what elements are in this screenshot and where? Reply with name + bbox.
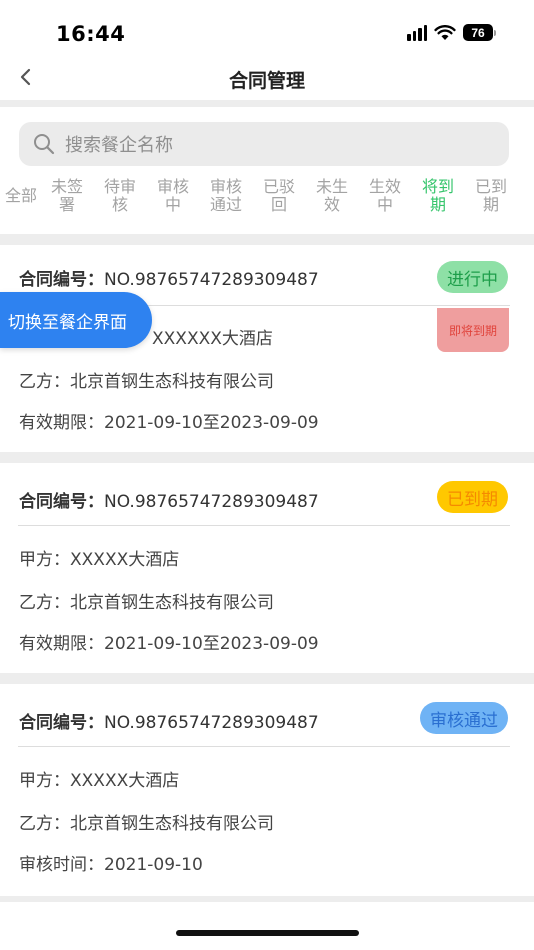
page-title: 合同管理	[228, 70, 305, 92]
contract-number-label: 合同编号：	[19, 492, 104, 512]
status-time: 16:44	[56, 22, 126, 46]
tab-pending-review[interactable]: 待审核	[100, 178, 140, 226]
party-a: 甲方：XXXXX大酒店	[19, 771, 180, 791]
battery-icon: 76	[463, 24, 496, 41]
status-badge: 进行中	[437, 261, 508, 293]
contract-card[interactable]: 合同编号：NO.98765747289309487 审核通过 甲方：XXXXX大…	[0, 684, 534, 896]
status-bar: 16:44 76	[0, 0, 534, 56]
divider	[0, 452, 534, 463]
contract-number-label: 合同编号：	[19, 270, 104, 290]
contract-card[interactable]: 合同编号：NO.98765747289309487 进行中 即将到期 XXXXX…	[0, 245, 534, 452]
tab-expiring[interactable]: 将到期	[418, 178, 458, 226]
contract-number-value: NO.98765747289309487	[104, 270, 319, 290]
status-badge: 审核通过	[420, 702, 508, 734]
party-b: 乙方：北京首钢生态科技有限公司	[19, 372, 274, 392]
party-b: 乙方：北京首钢生态科技有限公司	[19, 814, 274, 834]
contract-number-value: NO.98765747289309487	[104, 492, 319, 512]
tab-expired[interactable]: 已到期	[471, 178, 511, 226]
cellular-signal-icon	[407, 24, 427, 41]
contract-number: 合同编号：NO.98765747289309487	[19, 265, 319, 290]
contract-card[interactable]: 合同编号：NO.98765747289309487 已到期 甲方：XXXXX大酒…	[0, 463, 534, 673]
tab-not-effective[interactable]: 未生效	[312, 178, 352, 226]
tab-rejected[interactable]: 已驳回	[259, 178, 299, 226]
divider	[0, 673, 534, 684]
tab-approved[interactable]: 审核通过	[206, 178, 246, 226]
divider	[18, 746, 510, 747]
party-b: 乙方：北京首钢生态科技有限公司	[19, 593, 274, 613]
search-placeholder: 搜索餐企名称	[65, 135, 173, 156]
search-input[interactable]: 搜索餐企名称	[19, 122, 509, 166]
validity-period: 有效期限：2021-09-10至2023-09-09	[19, 413, 319, 433]
wifi-icon	[434, 24, 456, 40]
tab-all[interactable]: 全部	[2, 178, 40, 226]
tab-unsigned[interactable]: 未签署	[47, 178, 87, 226]
tab-reviewing[interactable]: 审核中	[153, 178, 193, 226]
divider	[0, 896, 534, 902]
search-icon	[34, 134, 55, 155]
divider	[18, 525, 510, 526]
expiring-tag: 即将到期	[437, 308, 509, 352]
divider	[0, 100, 534, 107]
switch-to-restaurant-button[interactable]: 切换至餐企界面	[0, 292, 152, 348]
divider	[0, 234, 534, 245]
party-a: XXXXXX大酒店	[152, 329, 273, 349]
contract-number-label: 合同编号：	[19, 713, 104, 733]
battery-level: 76	[463, 24, 493, 41]
party-a: 甲方：XXXXX大酒店	[19, 550, 180, 570]
tab-in-effect[interactable]: 生效中	[365, 178, 405, 226]
review-time: 审核时间：2021-09-10	[19, 855, 203, 875]
status-icons: 76	[407, 24, 496, 41]
contract-number: 合同编号：NO.98765747289309487	[19, 487, 319, 512]
contract-number: 合同编号：NO.98765747289309487	[19, 708, 319, 733]
home-indicator[interactable]	[176, 930, 359, 936]
filter-tabs: 全部 未签署 待审核 审核中 审核通过 已驳回 未生效 生效中 将到期 已到期	[2, 178, 532, 226]
status-badge: 已到期	[437, 481, 508, 513]
validity-period: 有效期限：2021-09-10至2023-09-09	[19, 634, 319, 654]
contract-number-value: NO.98765747289309487	[104, 713, 319, 733]
nav-bar: 合同管理	[0, 56, 534, 100]
